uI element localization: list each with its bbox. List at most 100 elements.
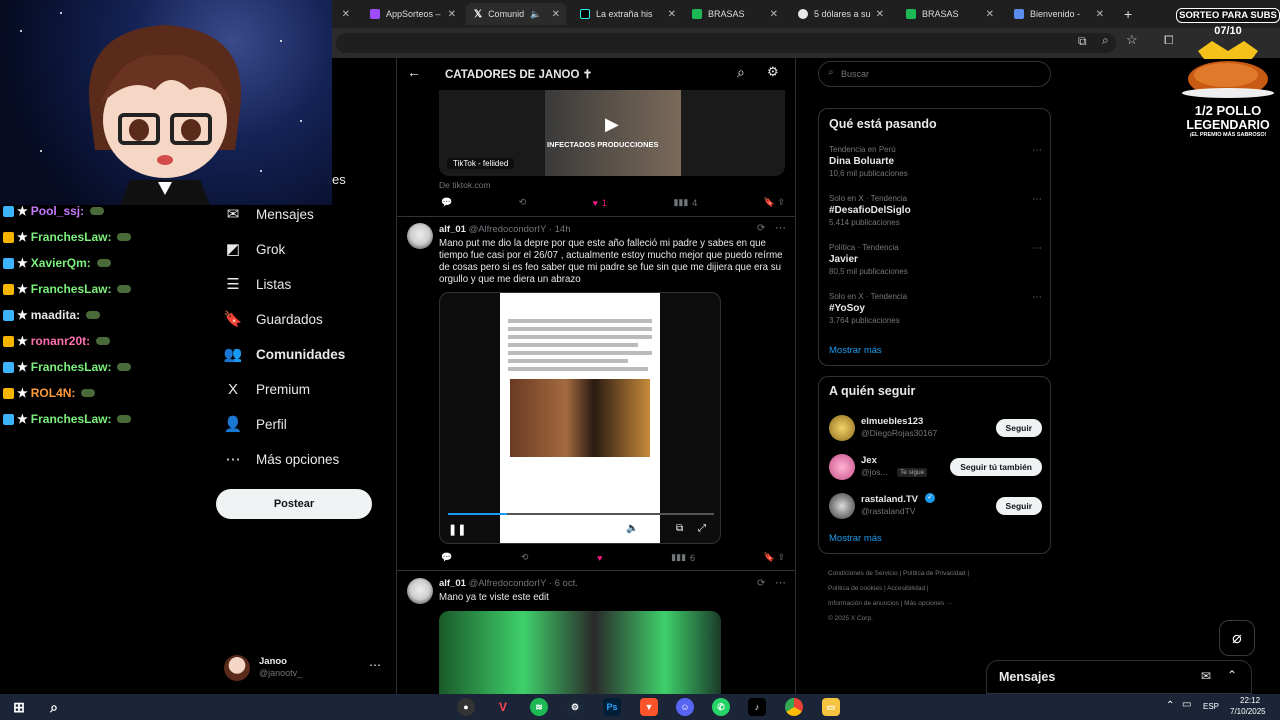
obs-icon[interactable]: ● [457, 698, 475, 716]
close-icon[interactable]: ✕ [876, 9, 884, 20]
sidebar-item-mensajes[interactable]: ✉ Mensajes [224, 205, 314, 223]
close-icon[interactable]: ✕ [668, 9, 676, 20]
author-handle[interactable]: @AlfredocondorIY [469, 224, 547, 235]
new-tab-button[interactable]: + [1116, 3, 1138, 25]
discord-icon[interactable]: ☺ [676, 698, 694, 716]
browser-tab[interactable]: ✕ [332, 3, 356, 25]
chat-username[interactable]: ronanr20t: [31, 334, 90, 348]
footer-link[interactable]: Accesibilidad [887, 585, 925, 592]
browser-tab-video[interactable]: 5 dólares a su ✕ [790, 3, 890, 25]
search-icon[interactable]: ⌕ [737, 64, 745, 81]
like-button[interactable]: ♥ 1 [593, 197, 607, 208]
browser-tab-tiktok[interactable]: La extraña his ✕ [572, 3, 682, 25]
more-icon[interactable]: ⋯ [775, 576, 786, 589]
chevron-up-icon[interactable]: ⌃ [1227, 668, 1237, 682]
chat-username[interactable]: XavierQm: [31, 256, 91, 270]
extensions-icon[interactable]: ⧠ [1164, 33, 1174, 48]
tiktok-embed-card[interactable]: ▶ INFECTADOS PRODUCCIONES TikTok - felii… [439, 90, 785, 176]
more-icon[interactable]: ⋯ [1032, 145, 1042, 156]
footer-link[interactable]: Más opciones ··· [904, 600, 952, 607]
author-handle[interactable]: @AlfredocondorIY [469, 578, 547, 589]
follow-button[interactable]: Seguir tú también [950, 458, 1042, 476]
search-box[interactable]: ⌕ Buscar [818, 61, 1051, 87]
tray-chevron-icon[interactable]: ⌃ [1166, 700, 1174, 711]
more-icon[interactable]: ⋯ [1032, 243, 1042, 254]
bookmark-icon[interactable]: 🔖 ⇪ [764, 552, 785, 563]
close-icon[interactable]: ✕ [1096, 9, 1104, 20]
close-icon[interactable]: ✕ [342, 9, 350, 20]
close-icon[interactable]: ✕ [448, 9, 456, 20]
sidebar-item-guardados[interactable]: 🔖 Guardados [224, 310, 323, 328]
speaker-icon[interactable]: 🔈 [530, 9, 541, 20]
avatar[interactable] [407, 223, 433, 249]
reply-icon[interactable]: 💬 [441, 552, 452, 563]
follow-button[interactable]: Seguir [995, 419, 1042, 437]
suggestion-name[interactable]: rastaland.TV [861, 494, 918, 505]
avatar[interactable] [829, 493, 855, 519]
trend-item[interactable]: Solo en X · Tendencia #YoSoy 3.764 publica… [829, 292, 1042, 325]
chat-username[interactable]: Pool_ssj: [31, 204, 84, 218]
browser-tab-brasas-2[interactable]: BRASAS ✕ [898, 3, 1000, 25]
pause-icon[interactable]: ❚❚ [448, 523, 466, 536]
account-switcher[interactable]: Janoo @janootv_ ⋯ [224, 654, 384, 682]
repost-icon[interactable]: ⟲ [521, 552, 529, 563]
sidebar-item-comunidades[interactable]: 👥 Comunidades [224, 345, 346, 363]
more-icon[interactable]: ⋯ [369, 658, 381, 672]
browser-tab-appsorteos[interactable]: AppSorteos – ✕ [362, 3, 462, 25]
sidebar-item-premium[interactable]: X Premium [224, 380, 310, 398]
brave-icon[interactable]: ▼ [640, 698, 658, 716]
browser-tab-comunidades[interactable]: 𝕏 Comunid 🔈 ✕ [466, 3, 566, 25]
windows-start-icon[interactable]: ⊞ [10, 698, 28, 716]
footer-link[interactable]: Información de anuncios [828, 600, 899, 607]
more-icon[interactable]: ⋯ [1032, 292, 1042, 303]
trend-item[interactable]: Solo en X · Tendencia #DesafioDelSiglo 5.4… [829, 194, 1042, 227]
browser-tab-brasas[interactable]: BRASAS ✕ [684, 3, 784, 25]
new-message-icon[interactable]: ✉ [1201, 669, 1211, 683]
settings-icon[interactable]: ⚙ [652, 523, 661, 534]
more-icon[interactable]: ⋯ [1032, 194, 1042, 205]
close-icon[interactable]: ✕ [552, 9, 560, 20]
views-button[interactable]: ▮▮▮ 4 [673, 197, 697, 208]
network-icon[interactable]: ▭ [1182, 699, 1191, 710]
chat-username[interactable]: FranchesLaw: [31, 360, 112, 374]
footer-link[interactable]: Política de Privacidad [903, 570, 966, 577]
embed-domain[interactable]: De tiktok.com [439, 180, 491, 190]
pip-icon[interactable]: ⧉ [676, 523, 683, 534]
play-icon[interactable]: ▶ [605, 114, 619, 135]
avatar[interactable] [829, 454, 855, 480]
back-arrow-icon[interactable]: ← [407, 64, 421, 80]
sidebar-item-listas[interactable]: ☰ Listas [224, 275, 291, 293]
chat-username[interactable]: maadita: [31, 308, 80, 322]
trend-item[interactable]: Política · Tendencia Javier 80,5 mil publi… [829, 243, 1042, 276]
author-name[interactable]: alf_01 [439, 578, 466, 589]
chat-username[interactable]: FranchesLaw: [31, 230, 112, 244]
video-progress[interactable] [448, 513, 714, 515]
tiktok-icon[interactable]: ♪ [748, 698, 766, 716]
language-indicator[interactable]: ESP [1203, 702, 1219, 711]
post-time[interactable]: · 6 oct. [549, 578, 578, 589]
fullscreen-icon[interactable]: ⤢ [698, 523, 706, 534]
grok-icon[interactable]: ⟳ [757, 223, 765, 234]
more-icon[interactable]: ⋯ [775, 221, 786, 234]
avatar[interactable] [407, 578, 433, 604]
trend-item[interactable]: Tendencia en Perú Dina Boluarte 10,6 mil p… [829, 145, 1042, 178]
close-icon[interactable]: ✕ [986, 9, 994, 20]
valorant-icon[interactable]: V [494, 698, 512, 716]
messages-drawer[interactable]: Mensajes ✉ ⌃ [986, 660, 1252, 694]
reply-icon[interactable]: 💬 [441, 197, 452, 208]
steam-icon[interactable]: ⚙ [566, 698, 584, 716]
browser-tab-bienvenido[interactable]: Bienvenido - ✕ [1006, 3, 1110, 25]
gear-icon[interactable]: ⚙ [767, 64, 779, 80]
chat-username[interactable]: FranchesLaw: [31, 282, 112, 296]
chrome-icon[interactable] [785, 698, 803, 716]
chat-username[interactable]: FranchesLaw: [31, 412, 112, 426]
follow-suggestion[interactable]: rastaland.TV @rastalandTV Seguir ✓ [829, 491, 1042, 521]
follow-suggestion[interactable]: Jex @jos... Seguir tú también Te sigue [829, 452, 1042, 482]
post-time[interactable]: · 14h [549, 224, 571, 235]
like-button[interactable]: ♥ [597, 552, 602, 563]
file-explorer-icon[interactable]: ▭ [822, 698, 840, 716]
close-icon[interactable]: ✕ [770, 9, 778, 20]
views-button[interactable]: ▮▮▮ 6 [671, 552, 695, 563]
author-name[interactable]: alf_01 [439, 224, 466, 235]
footer-link[interactable]: Política de cookies [828, 585, 882, 592]
